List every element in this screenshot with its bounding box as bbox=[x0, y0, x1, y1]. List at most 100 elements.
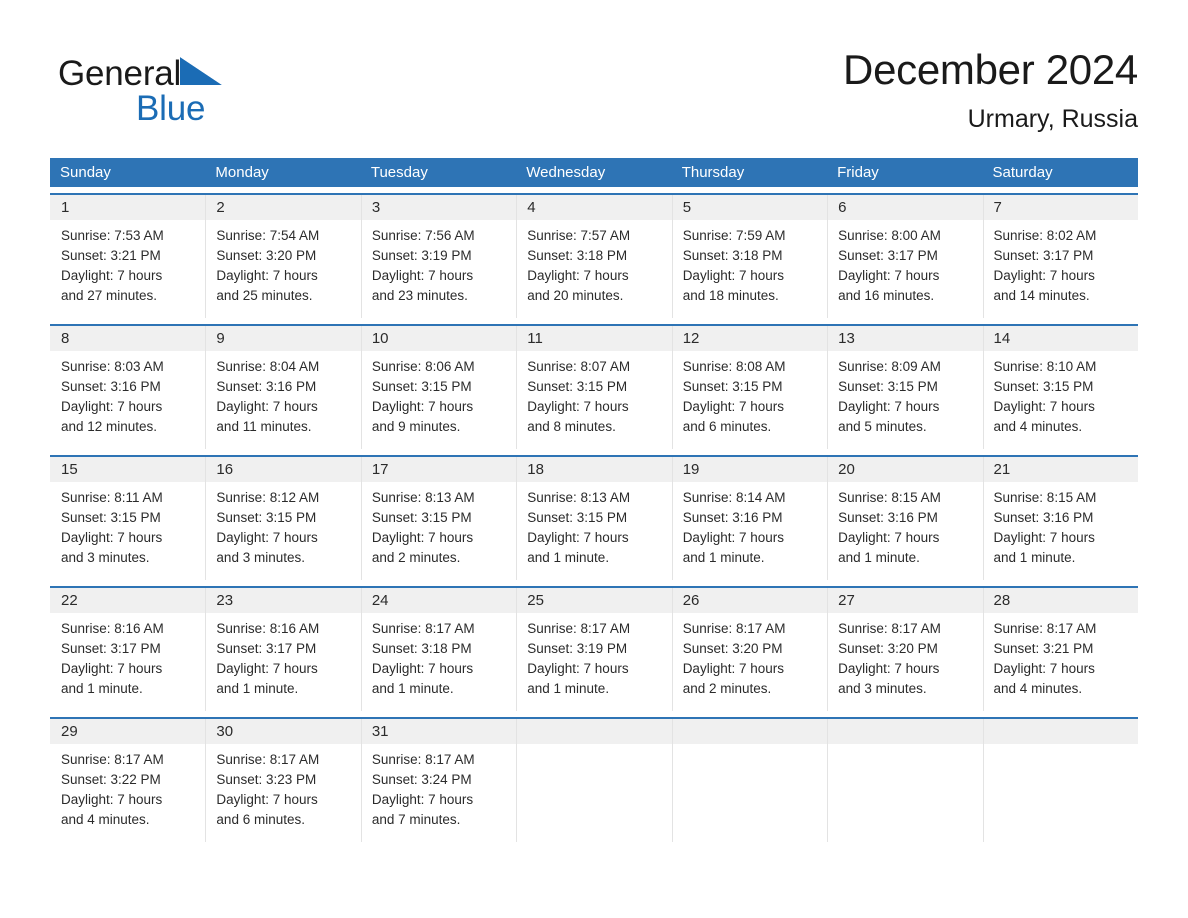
sunset-text: Sunset: 3:15 PM bbox=[993, 379, 1094, 394]
day-cell-empty bbox=[827, 744, 982, 842]
title-block: December 2024 Urmary, Russia bbox=[438, 44, 1138, 136]
day-number[interactable]: 2 bbox=[205, 195, 360, 220]
day-number[interactable]: 28 bbox=[982, 588, 1138, 613]
sunrise-text: Sunrise: 8:17 AM bbox=[527, 621, 631, 636]
day-number[interactable]: 22 bbox=[50, 588, 205, 613]
sunrise-text: Sunrise: 8:17 AM bbox=[838, 621, 941, 636]
day-number[interactable]: 8 bbox=[50, 326, 205, 351]
sunrise-text: Sunrise: 8:09 AM bbox=[838, 359, 941, 374]
day-number[interactable]: 21 bbox=[982, 457, 1138, 482]
daylight-text-line1: Daylight: 7 hours bbox=[216, 530, 318, 545]
day-cell[interactable]: Sunrise: 8:04 AM Sunset: 3:16 PM Dayligh… bbox=[205, 351, 360, 449]
weekday-header-monday: Monday bbox=[215, 164, 269, 181]
day-number[interactable]: 9 bbox=[205, 326, 360, 351]
day-cell[interactable]: Sunrise: 8:12 AM Sunset: 3:15 PM Dayligh… bbox=[205, 482, 360, 580]
day-cell[interactable]: Sunrise: 8:14 AM Sunset: 3:16 PM Dayligh… bbox=[671, 482, 827, 580]
daylight-text-line2: and 1 minute. bbox=[993, 550, 1076, 565]
day-cell[interactable]: Sunrise: 8:13 AM Sunset: 3:15 PM Dayligh… bbox=[360, 482, 516, 580]
week-row: 1 2 3 4 5 6 7 Sunrise: 7:53 AM Sunset: 3… bbox=[50, 193, 1138, 318]
daylight-text-line2: and 1 minute. bbox=[61, 681, 143, 696]
sunset-text: Sunset: 3:20 PM bbox=[216, 248, 317, 263]
sunrise-text: Sunrise: 8:00 AM bbox=[838, 228, 941, 243]
sunset-text: Sunset: 3:16 PM bbox=[838, 510, 938, 525]
day-number[interactable]: 29 bbox=[50, 719, 205, 744]
daylight-text-line1: Daylight: 7 hours bbox=[527, 399, 629, 414]
day-cell[interactable]: Sunrise: 8:07 AM Sunset: 3:15 PM Dayligh… bbox=[516, 351, 671, 449]
daylight-text-line2: and 1 minute. bbox=[838, 550, 920, 565]
daylight-text-line2: and 4 minutes. bbox=[61, 812, 150, 827]
day-cell[interactable]: Sunrise: 8:00 AM Sunset: 3:17 PM Dayligh… bbox=[827, 220, 982, 318]
day-number[interactable]: 12 bbox=[671, 326, 827, 351]
sunrise-text: Sunrise: 8:06 AM bbox=[371, 359, 475, 374]
day-cell[interactable]: Sunrise: 8:17 AM Sunset: 3:20 PM Dayligh… bbox=[827, 613, 982, 711]
day-cell[interactable]: Sunrise: 8:15 AM Sunset: 3:16 PM Dayligh… bbox=[827, 482, 982, 580]
day-cell-empty bbox=[671, 744, 827, 842]
day-number[interactable]: 4 bbox=[516, 195, 671, 220]
daylight-text-line2: and 11 minutes. bbox=[216, 419, 312, 434]
day-number[interactable]: 3 bbox=[360, 195, 516, 220]
day-number[interactable]: 20 bbox=[827, 457, 982, 482]
day-number[interactable]: 13 bbox=[827, 326, 982, 351]
day-cell[interactable]: Sunrise: 8:15 AM Sunset: 3:16 PM Dayligh… bbox=[982, 482, 1138, 580]
day-cell[interactable]: Sunrise: 8:10 AM Sunset: 3:15 PM Dayligh… bbox=[982, 351, 1138, 449]
sunrise-text: Sunrise: 8:17 AM bbox=[216, 752, 320, 767]
day-cell[interactable]: Sunrise: 7:54 AM Sunset: 3:20 PM Dayligh… bbox=[205, 220, 360, 318]
sunrise-text: Sunrise: 8:08 AM bbox=[682, 359, 786, 374]
sunrise-text: Sunrise: 7:59 AM bbox=[682, 228, 786, 243]
day-cell[interactable]: Sunrise: 8:16 AM Sunset: 3:17 PM Dayligh… bbox=[50, 613, 205, 711]
day-number[interactable]: 31 bbox=[360, 719, 516, 744]
day-cell[interactable]: Sunrise: 8:13 AM Sunset: 3:15 PM Dayligh… bbox=[516, 482, 671, 580]
day-cell[interactable]: Sunrise: 7:56 AM Sunset: 3:19 PM Dayligh… bbox=[360, 220, 516, 318]
day-cell[interactable]: Sunrise: 7:53 AM Sunset: 3:21 PM Dayligh… bbox=[50, 220, 205, 318]
day-number[interactable]: 18 bbox=[516, 457, 671, 482]
daylight-text-line1: Daylight: 7 hours bbox=[216, 268, 318, 283]
day-cell[interactable]: Sunrise: 8:06 AM Sunset: 3:15 PM Dayligh… bbox=[360, 351, 516, 449]
day-cell[interactable]: Sunrise: 8:17 AM Sunset: 3:19 PM Dayligh… bbox=[516, 613, 671, 711]
day-cell[interactable]: Sunrise: 8:17 AM Sunset: 3:23 PM Dayligh… bbox=[205, 744, 360, 842]
day-number[interactable]: 26 bbox=[671, 588, 827, 613]
day-number[interactable]: 19 bbox=[671, 457, 827, 482]
day-number[interactable]: 23 bbox=[205, 588, 360, 613]
day-cell[interactable]: Sunrise: 8:11 AM Sunset: 3:15 PM Dayligh… bbox=[50, 482, 205, 580]
day-cell[interactable]: Sunrise: 8:09 AM Sunset: 3:15 PM Dayligh… bbox=[827, 351, 982, 449]
daylight-text-line1: Daylight: 7 hours bbox=[993, 268, 1095, 283]
day-number[interactable]: 15 bbox=[50, 457, 205, 482]
day-number[interactable]: 5 bbox=[671, 195, 827, 220]
week-detail-band: Sunrise: 8:11 AM Sunset: 3:15 PM Dayligh… bbox=[50, 482, 1138, 580]
day-cell[interactable]: Sunrise: 8:03 AM Sunset: 3:16 PM Dayligh… bbox=[50, 351, 205, 449]
day-cell[interactable]: Sunrise: 8:08 AM Sunset: 3:15 PM Dayligh… bbox=[671, 351, 827, 449]
day-number[interactable]: 7 bbox=[982, 195, 1138, 220]
daylight-text-line2: and 4 minutes. bbox=[993, 419, 1083, 434]
daylight-text-line1: Daylight: 7 hours bbox=[682, 661, 784, 676]
sunset-text: Sunset: 3:21 PM bbox=[993, 641, 1094, 656]
day-number[interactable]: 17 bbox=[360, 457, 516, 482]
day-cell[interactable]: Sunrise: 8:17 AM Sunset: 3:20 PM Dayligh… bbox=[671, 613, 827, 711]
day-cell[interactable]: Sunrise: 8:17 AM Sunset: 3:21 PM Dayligh… bbox=[982, 613, 1138, 711]
daylight-text-line2: and 3 minutes. bbox=[838, 681, 927, 696]
weekday-header-wednesday: Wednesday bbox=[526, 164, 606, 181]
daylight-text-line2: and 7 minutes. bbox=[371, 812, 461, 827]
day-number[interactable]: 16 bbox=[205, 457, 360, 482]
day-cell[interactable]: Sunrise: 8:17 AM Sunset: 3:24 PM Dayligh… bbox=[360, 744, 516, 842]
day-cell[interactable]: Sunrise: 7:59 AM Sunset: 3:18 PM Dayligh… bbox=[671, 220, 827, 318]
day-number[interactable]: 6 bbox=[827, 195, 982, 220]
day-cell[interactable]: Sunrise: 8:17 AM Sunset: 3:22 PM Dayligh… bbox=[50, 744, 205, 842]
day-cell[interactable]: Sunrise: 8:16 AM Sunset: 3:17 PM Dayligh… bbox=[205, 613, 360, 711]
day-number[interactable]: 11 bbox=[516, 326, 671, 351]
generalblue-logo[interactable]: General Blue bbox=[58, 54, 348, 138]
day-number[interactable]: 27 bbox=[827, 588, 982, 613]
sunset-text: Sunset: 3:17 PM bbox=[838, 248, 938, 263]
sunset-text: Sunset: 3:15 PM bbox=[527, 379, 628, 394]
day-number[interactable]: 30 bbox=[205, 719, 360, 744]
day-number[interactable]: 24 bbox=[360, 588, 516, 613]
day-cell[interactable]: Sunrise: 8:17 AM Sunset: 3:18 PM Dayligh… bbox=[360, 613, 516, 711]
day-number[interactable]: 1 bbox=[50, 195, 205, 220]
day-cell[interactable]: Sunrise: 7:57 AM Sunset: 3:18 PM Dayligh… bbox=[516, 220, 671, 318]
day-number[interactable]: 10 bbox=[360, 326, 516, 351]
day-number[interactable]: 14 bbox=[982, 326, 1138, 351]
day-cell[interactable]: Sunrise: 8:02 AM Sunset: 3:17 PM Dayligh… bbox=[982, 220, 1138, 318]
day-number[interactable]: 25 bbox=[516, 588, 671, 613]
sunrise-text: Sunrise: 8:11 AM bbox=[61, 490, 163, 505]
triangle-flag-icon bbox=[178, 55, 224, 103]
sunset-text: Sunset: 3:15 PM bbox=[838, 379, 938, 394]
